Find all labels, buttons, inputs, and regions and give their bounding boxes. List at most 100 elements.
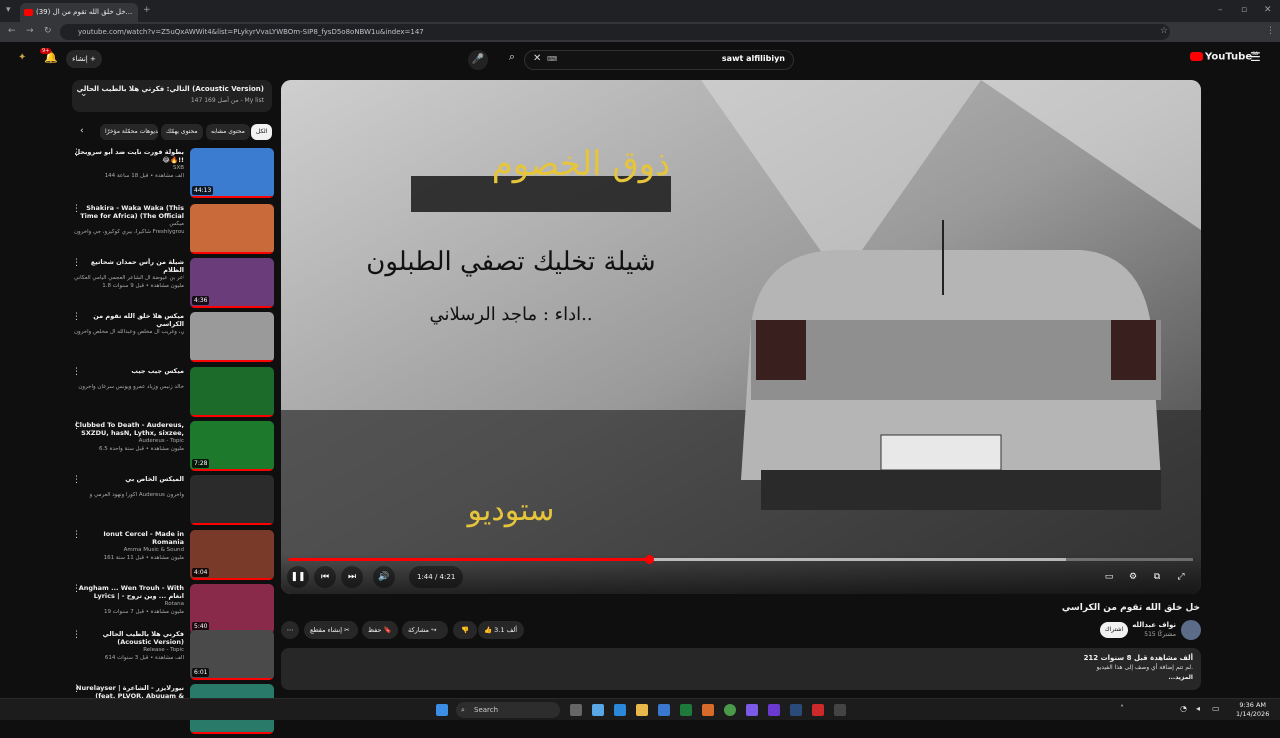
item-thumbnail[interactable] bbox=[190, 312, 274, 362]
description-text: لم تتم إضافة أي وصف إلى هذا الفيديو. bbox=[1096, 664, 1193, 671]
item-thumbnail[interactable] bbox=[190, 204, 274, 254]
taskbar-clock[interactable]: 9:36 AM 1/14/2026 bbox=[1236, 701, 1269, 719]
fullscreen-icon[interactable]: ⤢ bbox=[1170, 566, 1192, 588]
show-more-link[interactable]: ...المزيد bbox=[1168, 674, 1193, 681]
battery-icon[interactable]: ▭ bbox=[1212, 704, 1220, 713]
windows-taskbar: ⌕ Search ˄ ◔ ◂ ▭ 9:36 AM 1/14/2026 bbox=[0, 698, 1280, 720]
volume-icon[interactable]: 🔊 bbox=[373, 566, 395, 588]
pause-icon[interactable]: ❚❚ bbox=[287, 566, 309, 588]
steam-icon[interactable] bbox=[790, 704, 802, 716]
chip-all[interactable]: الكل bbox=[251, 124, 273, 140]
item-meta: 144 ألف مشاهدة • قبل 18 ساعة bbox=[104, 173, 184, 179]
app-icon-purple[interactable] bbox=[768, 704, 780, 716]
back-icon[interactable]: ← bbox=[8, 26, 16, 36]
app-icon-red[interactable] bbox=[812, 704, 824, 716]
item-title: Angham ... Wen Trouh - With Lyrics | انغ… bbox=[78, 584, 184, 600]
item-thumbnail[interactable]: 4:04 bbox=[190, 530, 274, 580]
progress-bar[interactable] bbox=[289, 555, 1193, 564]
chip-similar[interactable]: محتوى مشابه bbox=[206, 124, 250, 140]
item-thumbnail[interactable] bbox=[190, 475, 274, 525]
playlist-header[interactable]: ⌄ التالي: فكرني هلا بالطيب الحالي (Acous… bbox=[72, 80, 272, 112]
discord-icon[interactable] bbox=[746, 704, 758, 716]
dislike-button[interactable]: 👎 bbox=[453, 621, 477, 639]
playlist-item[interactable]: ⋮ فكرني هلا بالطيب الحالي (Acoustic Versi… bbox=[70, 630, 274, 684]
app-icon-gray[interactable] bbox=[834, 704, 846, 716]
address-bar[interactable]: youtube.com/watch?v=Z5uQxAWWit4&list=PLy… bbox=[60, 24, 1170, 40]
speaker-icon[interactable]: ◂ bbox=[1196, 704, 1200, 713]
channel-avatar[interactable] bbox=[1181, 620, 1201, 640]
app-icon-orange[interactable] bbox=[702, 704, 714, 716]
playlist-item[interactable]: ⋮ بطولة فورت نايت ضد أبو سروبحل 😂🔥!! SXB 14… bbox=[70, 148, 274, 202]
search-input[interactable]: ✕ ⌨ sawt alfilibiyn bbox=[524, 50, 794, 70]
item-thumbnail[interactable]: 6:01 bbox=[190, 630, 274, 680]
playlist-item[interactable]: ⋮ شيلة من رأس حمدان شحاتيع الظلام شاعر بن … bbox=[70, 258, 274, 312]
voice-search-icon[interactable]: 🎤 bbox=[468, 50, 488, 70]
tab-menu-icon[interactable]: ▾ bbox=[6, 5, 11, 15]
chip-for-you[interactable]: محتوى يهمّك bbox=[161, 124, 203, 140]
chips-scroll-icon[interactable]: ‹ bbox=[80, 126, 84, 136]
new-tab-icon[interactable]: + bbox=[143, 5, 151, 15]
clip-button[interactable]: إنشاء مقطع ✂ bbox=[304, 621, 358, 639]
file-explorer-icon[interactable] bbox=[636, 704, 648, 716]
like-button[interactable]: 👍 3.1 ألف bbox=[478, 621, 524, 639]
next-icon[interactable]: ⏭ bbox=[341, 566, 363, 588]
create-button[interactable]: إنشاء + bbox=[66, 50, 102, 68]
clear-search-icon[interactable]: ✕ bbox=[533, 53, 541, 64]
item-meta: شاكيرا، بيري كوكيزو، جي وآخرون Freshlygr… bbox=[74, 229, 184, 235]
channel-name[interactable]: نواف عبدالله bbox=[1130, 621, 1176, 629]
keyboard-icon[interactable]: ⌨ bbox=[547, 55, 557, 63]
tray-chevron-icon[interactable]: ˄ bbox=[1120, 704, 1124, 713]
chrome-icon[interactable] bbox=[724, 704, 736, 716]
settings-gear-icon[interactable]: ⚙ bbox=[1122, 566, 1144, 588]
video-player[interactable]: ذوق الخصوم شيلة تخليك تصفي الطبلون اداء … bbox=[281, 80, 1201, 594]
hamburger-menu-icon[interactable]: ☰ bbox=[1250, 50, 1261, 64]
playlist-item[interactable]: ⋮ Clubbed To Death - Audereus, SXZDU, has… bbox=[70, 421, 274, 475]
item-thumbnail[interactable]: 4:36 bbox=[190, 258, 274, 308]
scrubber-handle[interactable] bbox=[644, 555, 654, 564]
save-button[interactable]: حفظ 🔖 bbox=[362, 621, 398, 639]
item-title: الميكس الخاص بي bbox=[125, 475, 184, 483]
forward-icon[interactable]: → bbox=[26, 26, 34, 36]
item-thumbnail[interactable] bbox=[190, 367, 274, 417]
minimize-icon[interactable]: – bbox=[1218, 5, 1223, 15]
item-thumbnail[interactable]: 7:28 bbox=[190, 421, 274, 471]
task-view-icon[interactable] bbox=[570, 704, 582, 716]
store-icon[interactable] bbox=[658, 704, 670, 716]
bookmark-star-icon[interactable]: ☆ bbox=[1160, 26, 1168, 36]
youtube-logo[interactable]: YouTubeSA bbox=[1190, 51, 1258, 62]
wifi-icon[interactable]: ◔ bbox=[1180, 704, 1187, 713]
subtitles-icon[interactable]: ▭ bbox=[1098, 566, 1120, 588]
item-title: Shakira - Waka Waka (This Time for Afric… bbox=[80, 204, 184, 220]
item-title: فكرني هلا بالطيب الحالي (Acoustic Versio… bbox=[102, 630, 184, 646]
browser-tab[interactable]: (39) خل خلق الله تقوم من ال... bbox=[20, 3, 138, 22]
copilot-icon[interactable] bbox=[592, 704, 604, 716]
current-time: 1:44 bbox=[417, 573, 433, 581]
playlist-item[interactable]: ⋮ ميكس جيب جيب خالد زنيس وزياد عمرو ويونس … bbox=[70, 367, 274, 421]
playlist-item[interactable]: ⋮ Ionut Cercel - Made in Romania Amma Musi… bbox=[70, 530, 274, 584]
playlist-item[interactable]: ⋮ Shakira - Waka Waka (This Time for Afri… bbox=[70, 204, 274, 258]
url-text: youtube.com/watch?v=Z5uQxAWWit4&list=PLy… bbox=[78, 28, 424, 36]
item-thumbnail[interactable]: 44:13 bbox=[190, 148, 274, 198]
reload-icon[interactable]: ↻ bbox=[44, 26, 52, 36]
browser-menu-icon[interactable]: ⋮ bbox=[1266, 26, 1275, 36]
item-thumbnail[interactable]: 5:40 bbox=[190, 584, 274, 634]
windows-start-icon[interactable] bbox=[436, 704, 448, 716]
share-button[interactable]: مشاركة ↪ bbox=[402, 621, 448, 639]
taskbar-search[interactable]: ⌕ Search bbox=[456, 702, 560, 718]
search-icon[interactable]: ⌕ bbox=[500, 50, 524, 70]
maximize-icon[interactable]: ▫ bbox=[1241, 5, 1247, 15]
item-title: ميكس جيب جيب bbox=[131, 367, 184, 375]
more-actions-icon[interactable]: ⋯ bbox=[281, 621, 299, 639]
miniplayer-icon[interactable]: ⧉ bbox=[1146, 566, 1168, 588]
excel-icon[interactable] bbox=[680, 704, 692, 716]
buffered-bar bbox=[648, 558, 1067, 561]
chip-recent[interactable]: فيديوهات محمّلة مؤخرًا bbox=[100, 124, 158, 140]
subscribe-button[interactable]: اشتراك bbox=[1100, 622, 1128, 638]
playlist-item[interactable]: ⋮ الميكس الخاص بي أكورا ونهود العرمي و Aud… bbox=[70, 475, 274, 529]
total-time: 4:21 bbox=[439, 573, 456, 581]
previous-icon[interactable]: ⏮ bbox=[314, 566, 336, 588]
description-box[interactable]: 212 ألف مشاهدة قبل 8 سنوات لم تتم إضافة … bbox=[281, 648, 1201, 690]
edge-icon[interactable] bbox=[614, 704, 626, 716]
playlist-item[interactable]: ⋮ميكس هلا خلق الله تقوم من الكراسيماجد ا… bbox=[70, 312, 274, 366]
close-window-icon[interactable]: ✕ bbox=[1264, 5, 1272, 15]
